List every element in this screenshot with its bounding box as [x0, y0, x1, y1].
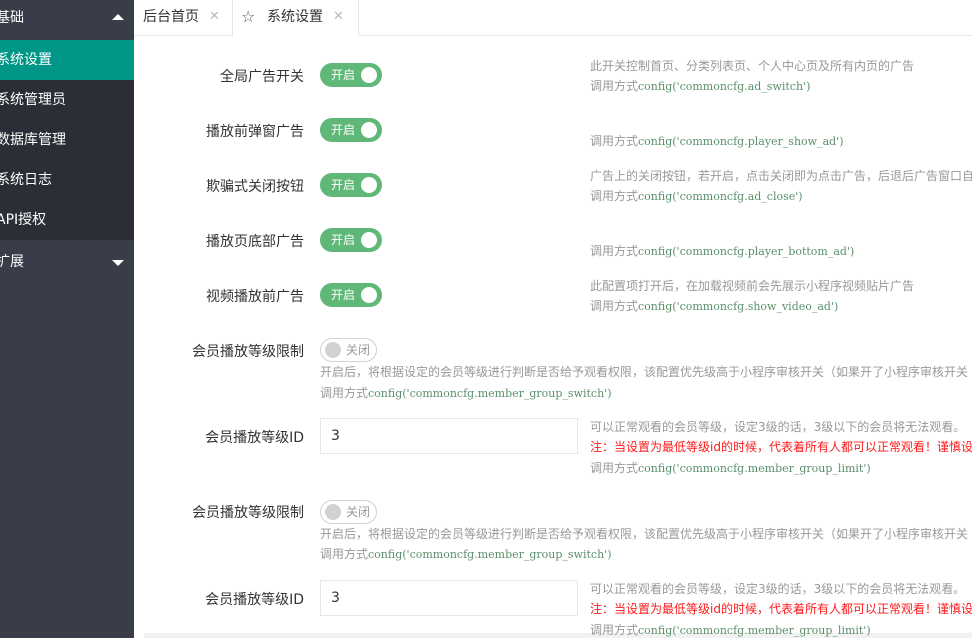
setting-call-hint: 调用方式config('commoncfg.player_bottom_ad') — [590, 242, 854, 259]
setting-label: 欺骗式关闭按钮 — [206, 179, 304, 195]
toggle-switch[interactable]: 关闭 — [320, 338, 377, 362]
toggle-switch[interactable]: 开启 — [320, 283, 382, 307]
setting-description: 可以正常观看的会员等级，设定3级的话，3级以下的会员将无法观看。 — [590, 582, 966, 596]
close-icon[interactable]: ✕ — [209, 0, 220, 34]
toggle-knob — [361, 232, 377, 248]
toggle-switch[interactable]: 开启 — [320, 63, 382, 87]
sidebar-item-api[interactable]: API授权 — [0, 200, 134, 240]
call-code: config('commoncfg.player_bottom_ad') — [638, 245, 855, 258]
call-code: config('commoncfg.player_show_ad') — [638, 135, 844, 148]
call-prefix: 调用方式 — [320, 386, 369, 400]
tab-bar: 后台首页 ✕ ☆ 系统设置 ✕ — [134, 0, 972, 36]
call-prefix: 调用方式 — [590, 189, 639, 203]
call-prefix: 调用方式 — [590, 244, 639, 258]
toggle-knob — [325, 342, 341, 358]
call-code: config('commoncfg.member_group_switch') — [368, 387, 612, 400]
setting-call-hint: 调用方式config('commoncfg.member_group_switc… — [320, 545, 612, 562]
call-code: config('commoncfg.member_group_limit') — [638, 624, 871, 637]
setting-description: 可以正常观看的会员等级，设定3级的话，3级以下的会员将无法观看。 — [590, 420, 966, 434]
setting-call-hint: 调用方式config('commoncfg.member_group_limit… — [590, 621, 871, 638]
toggle-switch[interactable]: 关闭 — [320, 500, 377, 524]
setting-call-hint: 调用方式config('commoncfg.show_video_ad') — [590, 297, 838, 314]
sidebar-item-label: API授权 — [0, 212, 47, 228]
sidebar-group-ext[interactable]: 扩展 — [0, 244, 134, 280]
toggle-knob — [361, 67, 377, 83]
setting-description: 此开关控制首页、分类列表页、个人中心页及所有内页的广告 — [590, 59, 915, 73]
sidebar: 基础 系统设置 系统管理员 数据库管理 系统日志 API授权 扩展 — [0, 0, 134, 638]
sidebar-group-label: 扩展 — [0, 254, 24, 270]
call-code: config('commoncfg.member_group_limit') — [638, 462, 871, 475]
sidebar-item-label: 系统设置 — [0, 52, 52, 68]
setting-warning: 注：当设置为最低等级id的时候，代表着所有人都可以正常观看！谨慎设 — [590, 440, 972, 454]
toggle-text: 开启 — [331, 288, 356, 302]
tab-home[interactable]: 后台首页 ✕ — [134, 0, 233, 35]
setting-label: 会员播放等级限制 — [192, 505, 304, 521]
setting-warning: 注：当设置为最低等级id的时候，代表着所有人都可以正常观看！谨慎设 — [590, 602, 972, 616]
setting-description: 此配置项打开后，在加载视频前会先展示小程序视频贴片广告 — [590, 279, 915, 293]
toggle-text: 开启 — [331, 178, 356, 192]
setting-call-hint: 调用方式config('commoncfg.member_group_limit… — [590, 459, 871, 476]
call-prefix: 调用方式 — [590, 461, 639, 475]
call-code: config('commoncfg.ad_switch') — [638, 80, 811, 93]
tab-label: 系统设置 — [267, 9, 323, 25]
toggle-text: 关闭 — [346, 343, 371, 357]
setting-description: 开启后，将根据设定的会员等级进行判断是否给予观看权限，该配置优先级高于小程序审核… — [320, 365, 969, 379]
setting-call-hint: 调用方式config('commoncfg.ad_close') — [590, 187, 803, 204]
sidebar-item-system-settings[interactable]: 系统设置 — [0, 40, 134, 80]
setting-label: 视频播放前广告 — [206, 289, 304, 305]
sidebar-item-label: 数据库管理 — [0, 132, 66, 148]
toggle-knob — [361, 287, 377, 303]
call-prefix: 调用方式 — [590, 79, 639, 93]
toggle-switch[interactable]: 开启 — [320, 228, 382, 252]
sidebar-group-label: 基础 — [0, 10, 24, 26]
sidebar-group-basic[interactable]: 基础 — [0, 0, 134, 36]
toggle-knob — [361, 177, 377, 193]
call-prefix: 调用方式 — [590, 134, 639, 148]
caret-up-icon — [112, 14, 124, 20]
close-icon[interactable]: ✕ — [333, 0, 344, 34]
setting-label: 会员播放等级ID — [205, 430, 304, 446]
setting-label: 会员播放等级ID — [205, 592, 304, 608]
setting-label: 播放页底部广告 — [206, 234, 304, 250]
sidebar-item-logs[interactable]: 系统日志 — [0, 160, 134, 200]
toggle-switch[interactable]: 开启 — [320, 173, 382, 197]
setting-call-hint: 调用方式config('commoncfg.member_group_switc… — [320, 384, 612, 401]
star-icon: ☆ — [241, 7, 256, 26]
call-code: config('commoncfg.show_video_ad') — [638, 300, 839, 313]
toggle-knob — [361, 122, 377, 138]
toggle-text: 开启 — [331, 123, 356, 137]
member-level-id-input[interactable]: 3 — [320, 580, 578, 616]
setting-call-hint: 调用方式config('commoncfg.ad_switch') — [590, 77, 810, 94]
sidebar-item-label: 系统管理员 — [0, 92, 66, 108]
toggle-text: 开启 — [331, 233, 356, 247]
setting-label: 播放前弹窗广告 — [206, 124, 304, 140]
sidebar-item-label: 系统日志 — [0, 172, 52, 188]
call-code: config('commoncfg.member_group_switch') — [368, 548, 612, 561]
toggle-switch[interactable]: 开启 — [320, 118, 382, 142]
tab-label: 后台首页 — [143, 9, 199, 25]
toggle-knob — [325, 504, 341, 520]
setting-description: 开启后，将根据设定的会员等级进行判断是否给予观看权限，该配置优先级高于小程序审核… — [320, 527, 969, 541]
caret-down-icon — [112, 260, 124, 266]
setting-call-hint: 调用方式config('commoncfg.player_show_ad') — [590, 132, 843, 149]
tab-system-settings[interactable]: ☆ 系统设置 ✕ — [233, 0, 359, 36]
sidebar-item-database[interactable]: 数据库管理 — [0, 120, 134, 160]
sidebar-item-admins[interactable]: 系统管理员 — [0, 80, 134, 120]
call-prefix: 调用方式 — [320, 547, 369, 561]
member-level-id-input[interactable]: 3 — [320, 418, 578, 454]
call-prefix: 调用方式 — [590, 623, 639, 637]
setting-label: 全局广告开关 — [220, 69, 304, 85]
toggle-text: 开启 — [331, 68, 356, 82]
call-prefix: 调用方式 — [590, 299, 639, 313]
call-code: config('commoncfg.ad_close') — [638, 190, 803, 203]
toggle-text: 关闭 — [346, 505, 371, 519]
setting-description: 广告上的关闭按钮，若开启，点击关闭即为点击广告，后退后广告窗口自 — [590, 169, 972, 183]
setting-label: 会员播放等级限制 — [192, 344, 304, 360]
